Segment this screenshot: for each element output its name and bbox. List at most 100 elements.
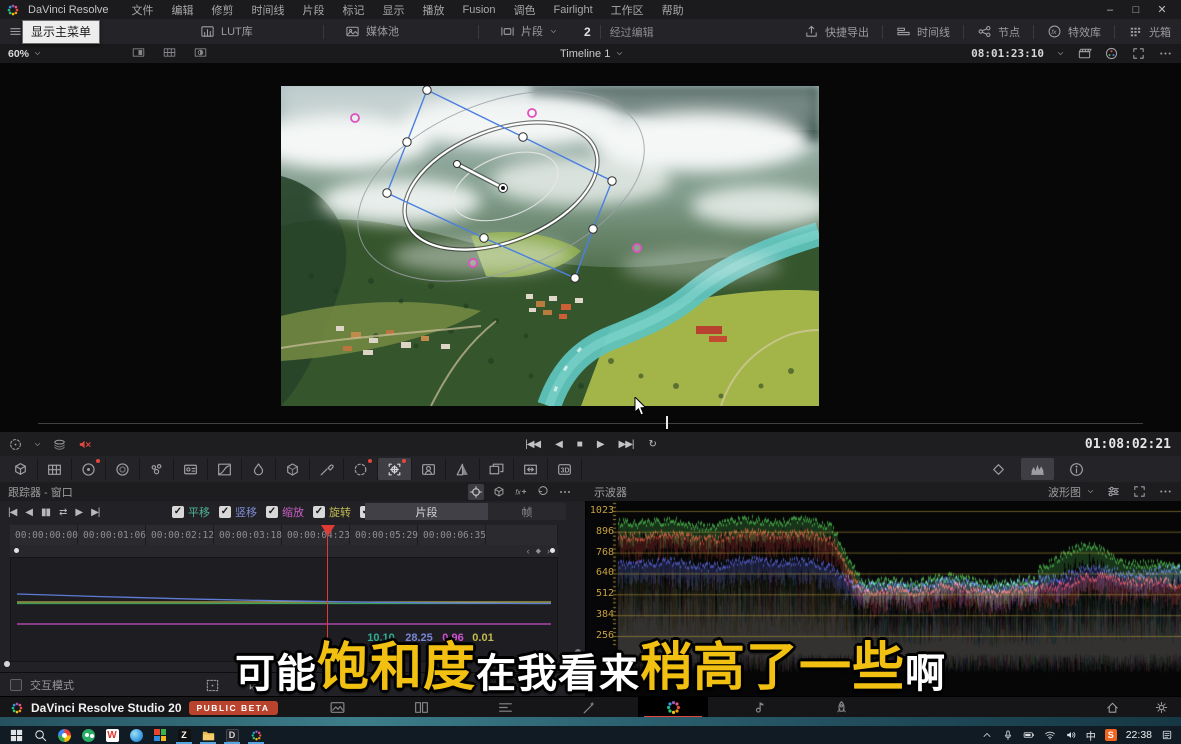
battery-icon[interactable] — [1023, 729, 1035, 741]
tracker-transport-2[interactable]: ▮▮ — [41, 507, 50, 518]
sliders-icon[interactable] — [1106, 484, 1121, 499]
tracker-timeline-ruler[interactable]: 00:00:00:0000:00:01:0600:00:02:1200:00:0… — [10, 525, 558, 545]
view-grid-icon[interactable] — [161, 46, 178, 59]
eyedropper-icon[interactable] — [310, 458, 344, 480]
toolbar-nodes[interactable]: 节点 — [977, 24, 1020, 40]
ime-indicator[interactable]: 中 — [1086, 728, 1096, 743]
media-page-icon[interactable] — [320, 697, 354, 718]
menu-item-12[interactable]: 帮助 — [653, 2, 693, 18]
sizing-icon[interactable] — [514, 458, 548, 480]
info-icon[interactable] — [1060, 458, 1093, 480]
curves-icon[interactable] — [208, 458, 242, 480]
tracker-transport-4[interactable]: ▶ — [75, 507, 82, 518]
qualifier-icon[interactable] — [242, 458, 276, 480]
toolbar-lightbox[interactable]: 光箱 — [1128, 24, 1171, 40]
target-crosshair-icon[interactable] — [468, 484, 484, 500]
close-button[interactable]: ✕ — [1149, 3, 1175, 16]
scope-mode-select[interactable]: 波形图 — [1048, 484, 1095, 500]
keyframe-dot[interactable] — [14, 548, 19, 553]
tray-expand-icon[interactable] — [981, 729, 993, 741]
start-button[interactable] — [4, 726, 28, 744]
viewer-zoom-select[interactable]: 60% — [8, 44, 42, 63]
blur-icon[interactable] — [446, 458, 480, 480]
tracker-icon[interactable] — [378, 458, 412, 480]
taskbar-clock[interactable]: 22:38 — [1126, 729, 1152, 741]
tracker-transport-1[interactable]: ◀ — [25, 507, 32, 518]
toolbar-clips[interactable]: 片段 — [500, 23, 558, 39]
deliver-page-icon[interactable] — [824, 697, 858, 718]
davinci-resolve-taskbar-icon[interactable] — [244, 726, 268, 744]
power-window-overlay[interactable] — [281, 86, 819, 406]
edge-browser-icon[interactable] — [124, 726, 148, 744]
unmix-icon[interactable] — [52, 437, 67, 452]
office-hub-icon[interactable] — [148, 726, 172, 744]
dots-menu-icon[interactable] — [1158, 484, 1173, 499]
hamburger-menu-icon[interactable] — [8, 24, 23, 39]
camera-raw-icon[interactable] — [4, 458, 38, 480]
color-match-icon[interactable] — [38, 458, 72, 480]
expand-icon[interactable] — [1131, 46, 1146, 61]
interactive-mode-checkbox[interactable] — [10, 679, 22, 691]
menu-item-11[interactable]: 工作区 — [602, 2, 653, 18]
tracker-tab-片段[interactable]: 片段 — [365, 503, 488, 520]
color-warper-icon[interactable] — [276, 458, 310, 480]
microphone-icon[interactable] — [1002, 729, 1014, 741]
tracker-transport-5[interactable]: ▶| — [91, 507, 99, 518]
search-button[interactable] — [28, 726, 52, 744]
colorwheel-small-icon[interactable] — [1104, 46, 1119, 61]
timeline-selector[interactable]: Timeline 1 — [560, 44, 624, 63]
viewer-jog-bar[interactable] — [38, 423, 1143, 424]
tracker-keyframe-strip[interactable]: ‹◆› — [10, 545, 558, 557]
video-frame[interactable] — [281, 86, 819, 406]
menu-item-1[interactable]: 编辑 — [163, 2, 203, 18]
power-window-preset-icon[interactable] — [8, 437, 23, 452]
expand-icon[interactable] — [1132, 484, 1147, 499]
tracker-transport-3[interactable]: ⇄ — [59, 507, 66, 518]
dev-app-icon[interactable]: D — [220, 726, 244, 744]
browser-icon[interactable] — [52, 726, 76, 744]
tracker-checkbox-旋转[interactable]: ✓旋转 — [313, 504, 351, 520]
maximize-button[interactable]: □ — [1123, 4, 1149, 16]
toolbar-lut-library[interactable]: LUT库 — [200, 23, 253, 39]
menu-item-9[interactable]: 调色 — [505, 2, 545, 18]
wechat-icon[interactable] — [76, 726, 100, 744]
transport-button-2[interactable]: ■ — [577, 439, 582, 450]
tracker-checkbox-缩放[interactable]: ✓缩放 — [266, 504, 304, 520]
transport-button-3[interactable]: ▶ — [597, 439, 604, 450]
motion-effects-icon[interactable] — [174, 458, 208, 480]
wifi-icon[interactable] — [1044, 729, 1056, 741]
stereo-3d-icon[interactable]: 3D — [548, 458, 582, 480]
gallery-icon[interactable] — [480, 458, 514, 480]
tracker-checkbox-平移[interactable]: ✓平移 — [172, 504, 210, 520]
clapper-icon[interactable] — [1077, 46, 1092, 61]
hdr-grade-icon[interactable] — [106, 458, 140, 480]
cube-3d-icon[interactable] — [492, 485, 506, 499]
toolbar-quick-export[interactable]: 快捷导出 — [804, 24, 869, 40]
file-explorer-icon[interactable] — [196, 726, 220, 744]
keyframe-nav[interactable]: ‹◆› — [527, 545, 550, 557]
reset-clock-icon[interactable] — [536, 485, 550, 499]
menu-item-6[interactable]: 显示 — [374, 2, 414, 18]
dots-menu-icon[interactable] — [558, 485, 572, 499]
dashed-target-icon[interactable] — [205, 678, 220, 693]
menu-item-0[interactable]: 文件 — [123, 2, 163, 18]
notification-center-icon[interactable] — [1161, 729, 1173, 741]
wps-icon[interactable]: W — [100, 726, 124, 744]
menu-item-2[interactable]: 修剪 — [203, 2, 243, 18]
tracker-checkbox-竖移[interactable]: ✓竖移 — [219, 504, 257, 520]
minimize-button[interactable]: – — [1097, 4, 1123, 16]
settings-gear-icon[interactable] — [1154, 700, 1169, 715]
transport-button-4[interactable]: ▶▶| — [619, 439, 634, 450]
edit-page-icon[interactable] — [488, 697, 522, 718]
rgb-mixer-icon[interactable] — [140, 458, 174, 480]
dots-menu-icon[interactable] — [1158, 46, 1173, 61]
fusion-page-icon[interactable] — [572, 697, 606, 718]
fx-add-icon[interactable]: fx — [514, 485, 528, 499]
video-app-icon[interactable]: Z — [172, 726, 196, 744]
chevron-down-icon[interactable] — [1056, 49, 1065, 58]
tracker-playhead[interactable] — [321, 525, 335, 536]
tracker-transport-0[interactable]: |◀ — [8, 507, 16, 518]
toolbar-media-pool[interactable]: 媒体池 — [345, 23, 399, 39]
transport-button-5[interactable]: ↻ — [649, 439, 656, 450]
keyframes-icon[interactable] — [982, 458, 1015, 480]
